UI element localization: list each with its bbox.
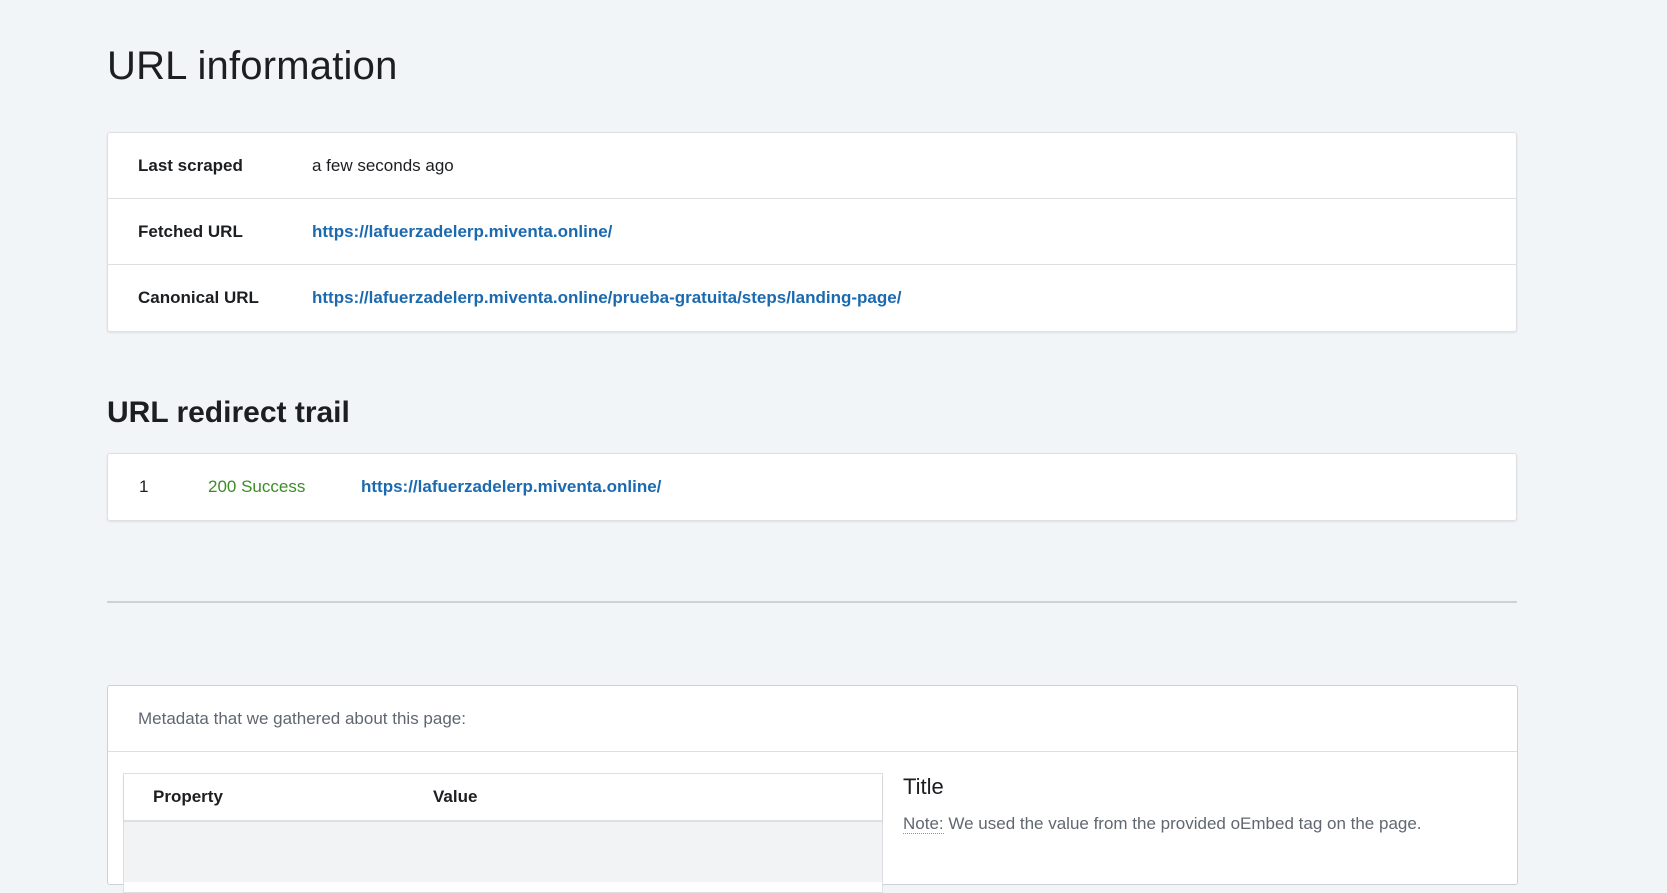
url-info-card: Last scraped a few seconds ago Fetched U… — [107, 132, 1517, 332]
redirect-url-link[interactable]: https://lafuerzadelerp.miventa.online/ — [361, 477, 661, 497]
redirect-status: 200 Success — [208, 477, 306, 496]
canonical-url-row: Canonical URL https://lafuerzadelerp.miv… — [108, 265, 1516, 331]
redirect-trail-title: URL redirect trail — [107, 396, 350, 429]
section-divider — [107, 601, 1517, 603]
metadata-table: Property Value — [123, 773, 883, 893]
last-scraped-row: Last scraped a few seconds ago — [108, 133, 1516, 199]
note-label: Note: — [903, 814, 944, 834]
last-scraped-value: a few seconds ago — [312, 155, 454, 175]
metadata-table-header: Property Value — [124, 774, 882, 822]
fetched-url-row: Fetched URL https://lafuerzadelerp.miven… — [108, 199, 1516, 265]
canonical-url-link[interactable]: https://lafuerzadelerp.miventa.online/pr… — [312, 288, 901, 308]
title-heading: Title — [903, 774, 944, 799]
fetched-url-label: Fetched URL — [138, 221, 243, 241]
note-text: We used the value from the provided oEmb… — [943, 814, 1422, 833]
redirect-trail-row: 1 200 Success https://lafuerzadelerp.miv… — [107, 453, 1517, 521]
value-column-header: Value — [433, 787, 478, 806]
metadata-table-body — [124, 822, 882, 882]
metadata-intro: Metadata that we gathered about this pag… — [108, 686, 1517, 752]
fetched-url-link[interactable]: https://lafuerzadelerp.miventa.online/ — [312, 222, 612, 242]
title-note: Note: We used the value from the provide… — [903, 814, 1422, 834]
last-scraped-label: Last scraped — [138, 155, 243, 175]
property-column-header: Property — [153, 787, 223, 806]
canonical-url-label: Canonical URL — [138, 288, 259, 307]
metadata-card: Metadata that we gathered about this pag… — [107, 685, 1518, 893]
metadata-side-panel: Title Note: We used the value from the p… — [903, 774, 1422, 834]
redirect-index: 1 — [139, 477, 149, 496]
page-title: URL information — [107, 44, 398, 88]
